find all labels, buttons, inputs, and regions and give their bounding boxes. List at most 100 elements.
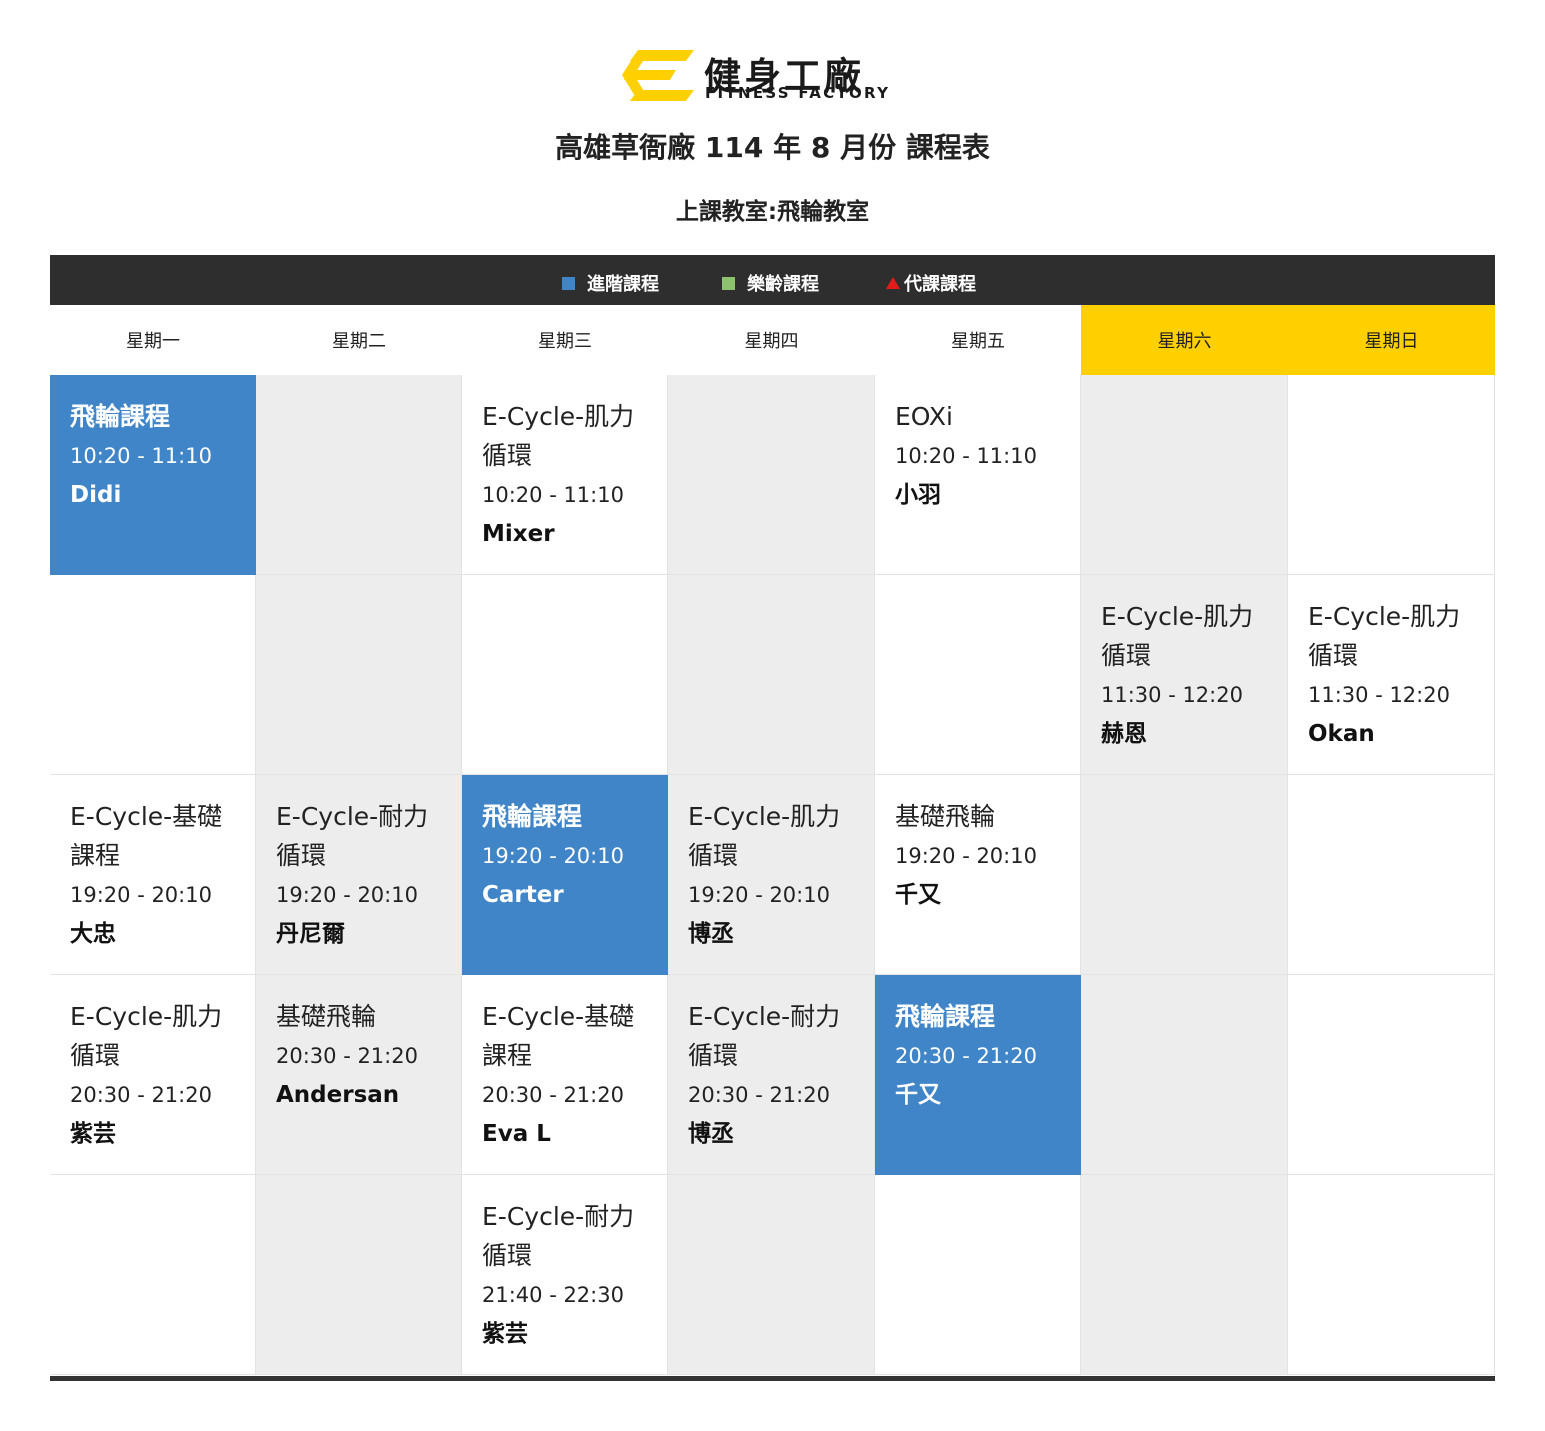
class-info: EOXi 10:20 - 11:10 小羽 — [895, 397, 1070, 510]
class-name: 基礎飛輪 — [276, 1002, 377, 1031]
legend-advanced: 進階課程 — [562, 270, 659, 296]
class-info: E-Cycle-肌力循環 20:30 - 21:20 紫芸 — [70, 997, 245, 1149]
class-info: E-Cycle-基礎課程 19:20 - 20:10 大忠 — [70, 797, 245, 949]
class-cell[interactable]: E-Cycle-肌力循環 11:30 - 12:20 赫恩 — [1081, 575, 1288, 775]
class-cell[interactable]: E-Cycle-基礎課程 20:30 - 21:20 Eva L — [462, 975, 668, 1175]
class-info: E-Cycle-肌力循環 10:20 - 11:10 Mixer — [482, 397, 657, 549]
empty-cell — [50, 1175, 256, 1375]
class-cell[interactable]: 飛輪課程 20:30 - 21:20 千又 — [875, 975, 1081, 1175]
class-time: 19:20 - 20:10 — [482, 844, 624, 868]
red-triangle-icon — [886, 277, 900, 289]
class-teacher: Carter — [482, 882, 564, 908]
class-name: 飛輪課程 — [70, 402, 171, 431]
table-bottom-border — [50, 1376, 1495, 1381]
blue-square-icon — [562, 276, 575, 290]
class-cell[interactable]: 飛輪課程 19:20 - 20:10 Carter — [462, 775, 668, 975]
class-info: 飛輪課程 19:20 - 20:10 Carter — [482, 797, 657, 910]
class-teacher: 千又 — [895, 1082, 941, 1108]
class-info: E-Cycle-耐力循環 20:30 - 21:20 博丞 — [688, 997, 864, 1149]
classroom-label: 上課教室:飛輪教室 — [675, 199, 870, 225]
empty-cell — [50, 575, 256, 775]
class-teacher: Didi — [70, 482, 122, 508]
class-cell[interactable]: E-Cycle-耐力循環 20:30 - 21:20 博丞 — [668, 975, 875, 1175]
class-name: E-Cycle-肌力循環 — [482, 402, 635, 470]
class-info: 飛輪課程 20:30 - 21:20 千又 — [895, 997, 1070, 1110]
empty-cell — [668, 575, 875, 775]
fitness-factory-logo-icon — [622, 50, 694, 101]
class-cell[interactable]: EOXi 10:20 - 11:10 小羽 — [875, 375, 1081, 575]
legend-advanced-label: 進階課程 — [587, 274, 659, 295]
class-info: 基礎飛輪 20:30 - 21:20 Andersan — [276, 997, 451, 1110]
class-time: 19:20 - 20:10 — [895, 844, 1037, 868]
class-teacher: 小羽 — [895, 482, 941, 508]
class-name: E-Cycle-耐力循環 — [482, 1202, 635, 1270]
class-name: E-Cycle-基礎課程 — [482, 1002, 635, 1070]
day-header-thu: 星期四 — [668, 305, 875, 375]
class-cell[interactable]: E-Cycle-肌力循環 20:30 - 21:20 紫芸 — [50, 975, 256, 1175]
class-name: E-Cycle-肌力循環 — [1101, 602, 1254, 670]
logo-name-en: FITNESS FACTORY — [705, 84, 891, 102]
day-header-sat: 星期六 — [1081, 305, 1288, 375]
class-info: E-Cycle-基礎課程 20:30 - 21:20 Eva L — [482, 997, 657, 1149]
class-time: 20:30 - 21:20 — [70, 1083, 212, 1107]
class-time: 20:30 - 21:20 — [895, 1044, 1037, 1068]
empty-cell — [256, 575, 462, 775]
class-time: 21:40 - 22:30 — [482, 1283, 624, 1307]
class-time: 10:20 - 11:10 — [70, 444, 212, 468]
class-name: E-Cycle-耐力循環 — [276, 802, 429, 870]
class-cell[interactable]: E-Cycle-基礎課程 19:20 - 20:10 大忠 — [50, 775, 256, 975]
class-cell[interactable]: E-Cycle-肌力循環 19:20 - 20:10 博丞 — [668, 775, 875, 975]
class-teacher: 大忠 — [70, 921, 116, 947]
class-cell[interactable]: 基礎飛輪 20:30 - 21:20 Andersan — [256, 975, 462, 1175]
class-info: E-Cycle-肌力循環 19:20 - 20:10 博丞 — [688, 797, 864, 949]
class-info: E-Cycle-肌力循環 11:30 - 12:20 赫恩 — [1101, 597, 1277, 749]
day-header-tue: 星期二 — [256, 305, 462, 375]
page-title: 高雄草衙廠 114 年 8 月份 課程表 — [555, 131, 990, 164]
empty-cell — [256, 1175, 462, 1375]
class-cell[interactable]: E-Cycle-肌力循環 10:20 - 11:10 Mixer — [462, 375, 668, 575]
empty-cell — [1081, 775, 1288, 975]
class-name: E-Cycle-肌力循環 — [1308, 602, 1461, 670]
class-time: 19:20 - 20:10 — [70, 883, 212, 907]
green-square-icon — [722, 276, 735, 290]
class-teacher: 丹尼爾 — [276, 921, 345, 947]
class-name: E-Cycle-肌力循環 — [688, 802, 841, 870]
class-time: 20:30 - 21:20 — [276, 1044, 418, 1068]
empty-cell — [462, 575, 668, 775]
class-info: E-Cycle-耐力循環 19:20 - 20:10 丹尼爾 — [276, 797, 451, 949]
class-name: 飛輪課程 — [482, 802, 583, 831]
empty-cell — [256, 375, 462, 575]
class-time: 20:30 - 21:20 — [688, 1083, 830, 1107]
class-cell[interactable]: 飛輪課程 10:20 - 11:10 Didi — [50, 375, 256, 575]
class-name: EOXi — [895, 402, 953, 431]
legend-substitute: 代課課程 — [886, 270, 976, 296]
empty-cell — [1288, 975, 1495, 1175]
legend-substitute-label: 代課課程 — [904, 274, 976, 295]
class-cell[interactable]: E-Cycle-耐力循環 21:40 - 22:30 紫芸 — [462, 1175, 668, 1375]
class-time: 10:20 - 11:10 — [895, 444, 1037, 468]
class-cell[interactable]: E-Cycle-耐力循環 19:20 - 20:10 丹尼爾 — [256, 775, 462, 975]
class-name: 飛輪課程 — [895, 1002, 996, 1031]
empty-cell — [875, 575, 1081, 775]
class-cell[interactable]: E-Cycle-肌力循環 11:30 - 12:20 Okan — [1288, 575, 1495, 775]
day-header-sun: 星期日 — [1288, 305, 1495, 375]
class-time: 11:30 - 12:20 — [1101, 683, 1243, 707]
empty-cell — [1288, 775, 1495, 975]
class-cell[interactable]: 基礎飛輪 19:20 - 20:10 千又 — [875, 775, 1081, 975]
class-name: E-Cycle-肌力循環 — [70, 1002, 223, 1070]
empty-cell — [1081, 975, 1288, 1175]
class-teacher: Eva L — [482, 1121, 551, 1147]
class-teacher: Andersan — [276, 1082, 400, 1108]
empty-cell — [1288, 1175, 1495, 1375]
class-teacher: 博丞 — [688, 1121, 734, 1147]
legend-bar: 進階課程 樂齡課程 代課課程 — [50, 255, 1495, 305]
class-info: E-Cycle-肌力循環 11:30 - 12:20 Okan — [1308, 597, 1484, 749]
empty-cell — [1081, 1175, 1288, 1375]
day-header-fri: 星期五 — [875, 305, 1081, 375]
empty-cell — [1081, 375, 1288, 575]
empty-cell — [1288, 375, 1495, 575]
class-time: 11:30 - 12:20 — [1308, 683, 1450, 707]
brand-logo: 健身工廠 FITNESS FACTORY — [622, 48, 924, 104]
class-teacher: Okan — [1308, 721, 1375, 747]
class-name: 基礎飛輪 — [895, 802, 996, 831]
